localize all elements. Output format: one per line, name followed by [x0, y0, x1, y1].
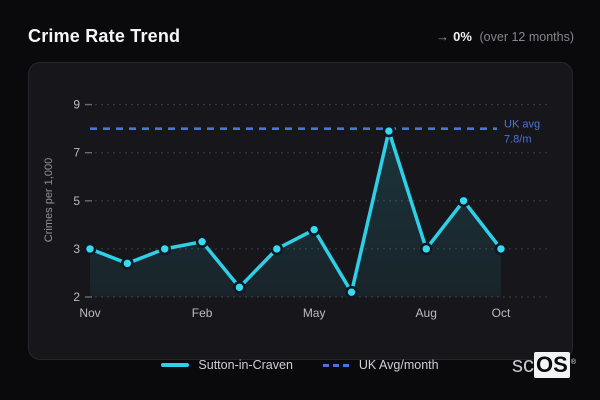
data-point[interactable]: [307, 223, 321, 236]
crime-trend-chart: 9 7 5 3 2 Nov Feb May Aug Oct Crimes per 1,000 UK a…: [43, 98, 548, 320]
solid-line-swatch-icon: [161, 363, 190, 367]
data-point[interactable]: [494, 242, 508, 256]
legend-label: Sutton-in-Craven: [198, 358, 293, 372]
series-area-fill: [90, 131, 501, 297]
y-tick-label: 2: [73, 290, 80, 304]
data-point[interactable]: [345, 285, 358, 299]
data-point[interactable]: [419, 242, 433, 256]
data-point[interactable]: [382, 124, 396, 138]
legend-item-uk-avg[interactable]: UK Avg/month: [322, 358, 439, 372]
x-tick-label: Nov: [79, 306, 100, 320]
uk-avg-annotation: UK avg: [504, 119, 540, 131]
y-tick-label: 9: [73, 98, 80, 112]
x-tick-label: Oct: [492, 306, 511, 320]
data-point[interactable]: [121, 257, 134, 270]
x-tick-label: May: [303, 306, 326, 320]
legend-label: UK Avg/month: [358, 358, 439, 372]
y-tick-label: 5: [73, 194, 80, 208]
data-point[interactable]: [270, 242, 284, 256]
y-tick-label: 7: [73, 146, 80, 160]
data-point[interactable]: [233, 281, 246, 294]
y-axis-title: Crimes per 1,000: [43, 158, 55, 242]
chart-legend: Sutton-in-Craven UK Avg/month: [0, 354, 600, 376]
data-point[interactable]: [158, 242, 172, 256]
x-tick-label: Aug: [416, 306, 437, 320]
scos-logo: scOS ®: [512, 352, 576, 378]
legend-item-sutton[interactable]: Sutton-in-Craven: [161, 358, 293, 372]
registered-mark-icon: ®: [570, 359, 576, 366]
logo-badge: OS: [534, 352, 570, 378]
dashed-line-swatch-icon: [322, 363, 350, 367]
data-point[interactable]: [195, 235, 209, 248]
y-tick-label: 3: [73, 242, 80, 256]
logo-prefix: sc: [512, 352, 535, 377]
data-point[interactable]: [457, 194, 470, 208]
uk-avg-annotation-value: 7.8/m: [504, 134, 532, 146]
data-point[interactable]: [83, 242, 97, 256]
x-tick-label: Feb: [192, 306, 213, 320]
